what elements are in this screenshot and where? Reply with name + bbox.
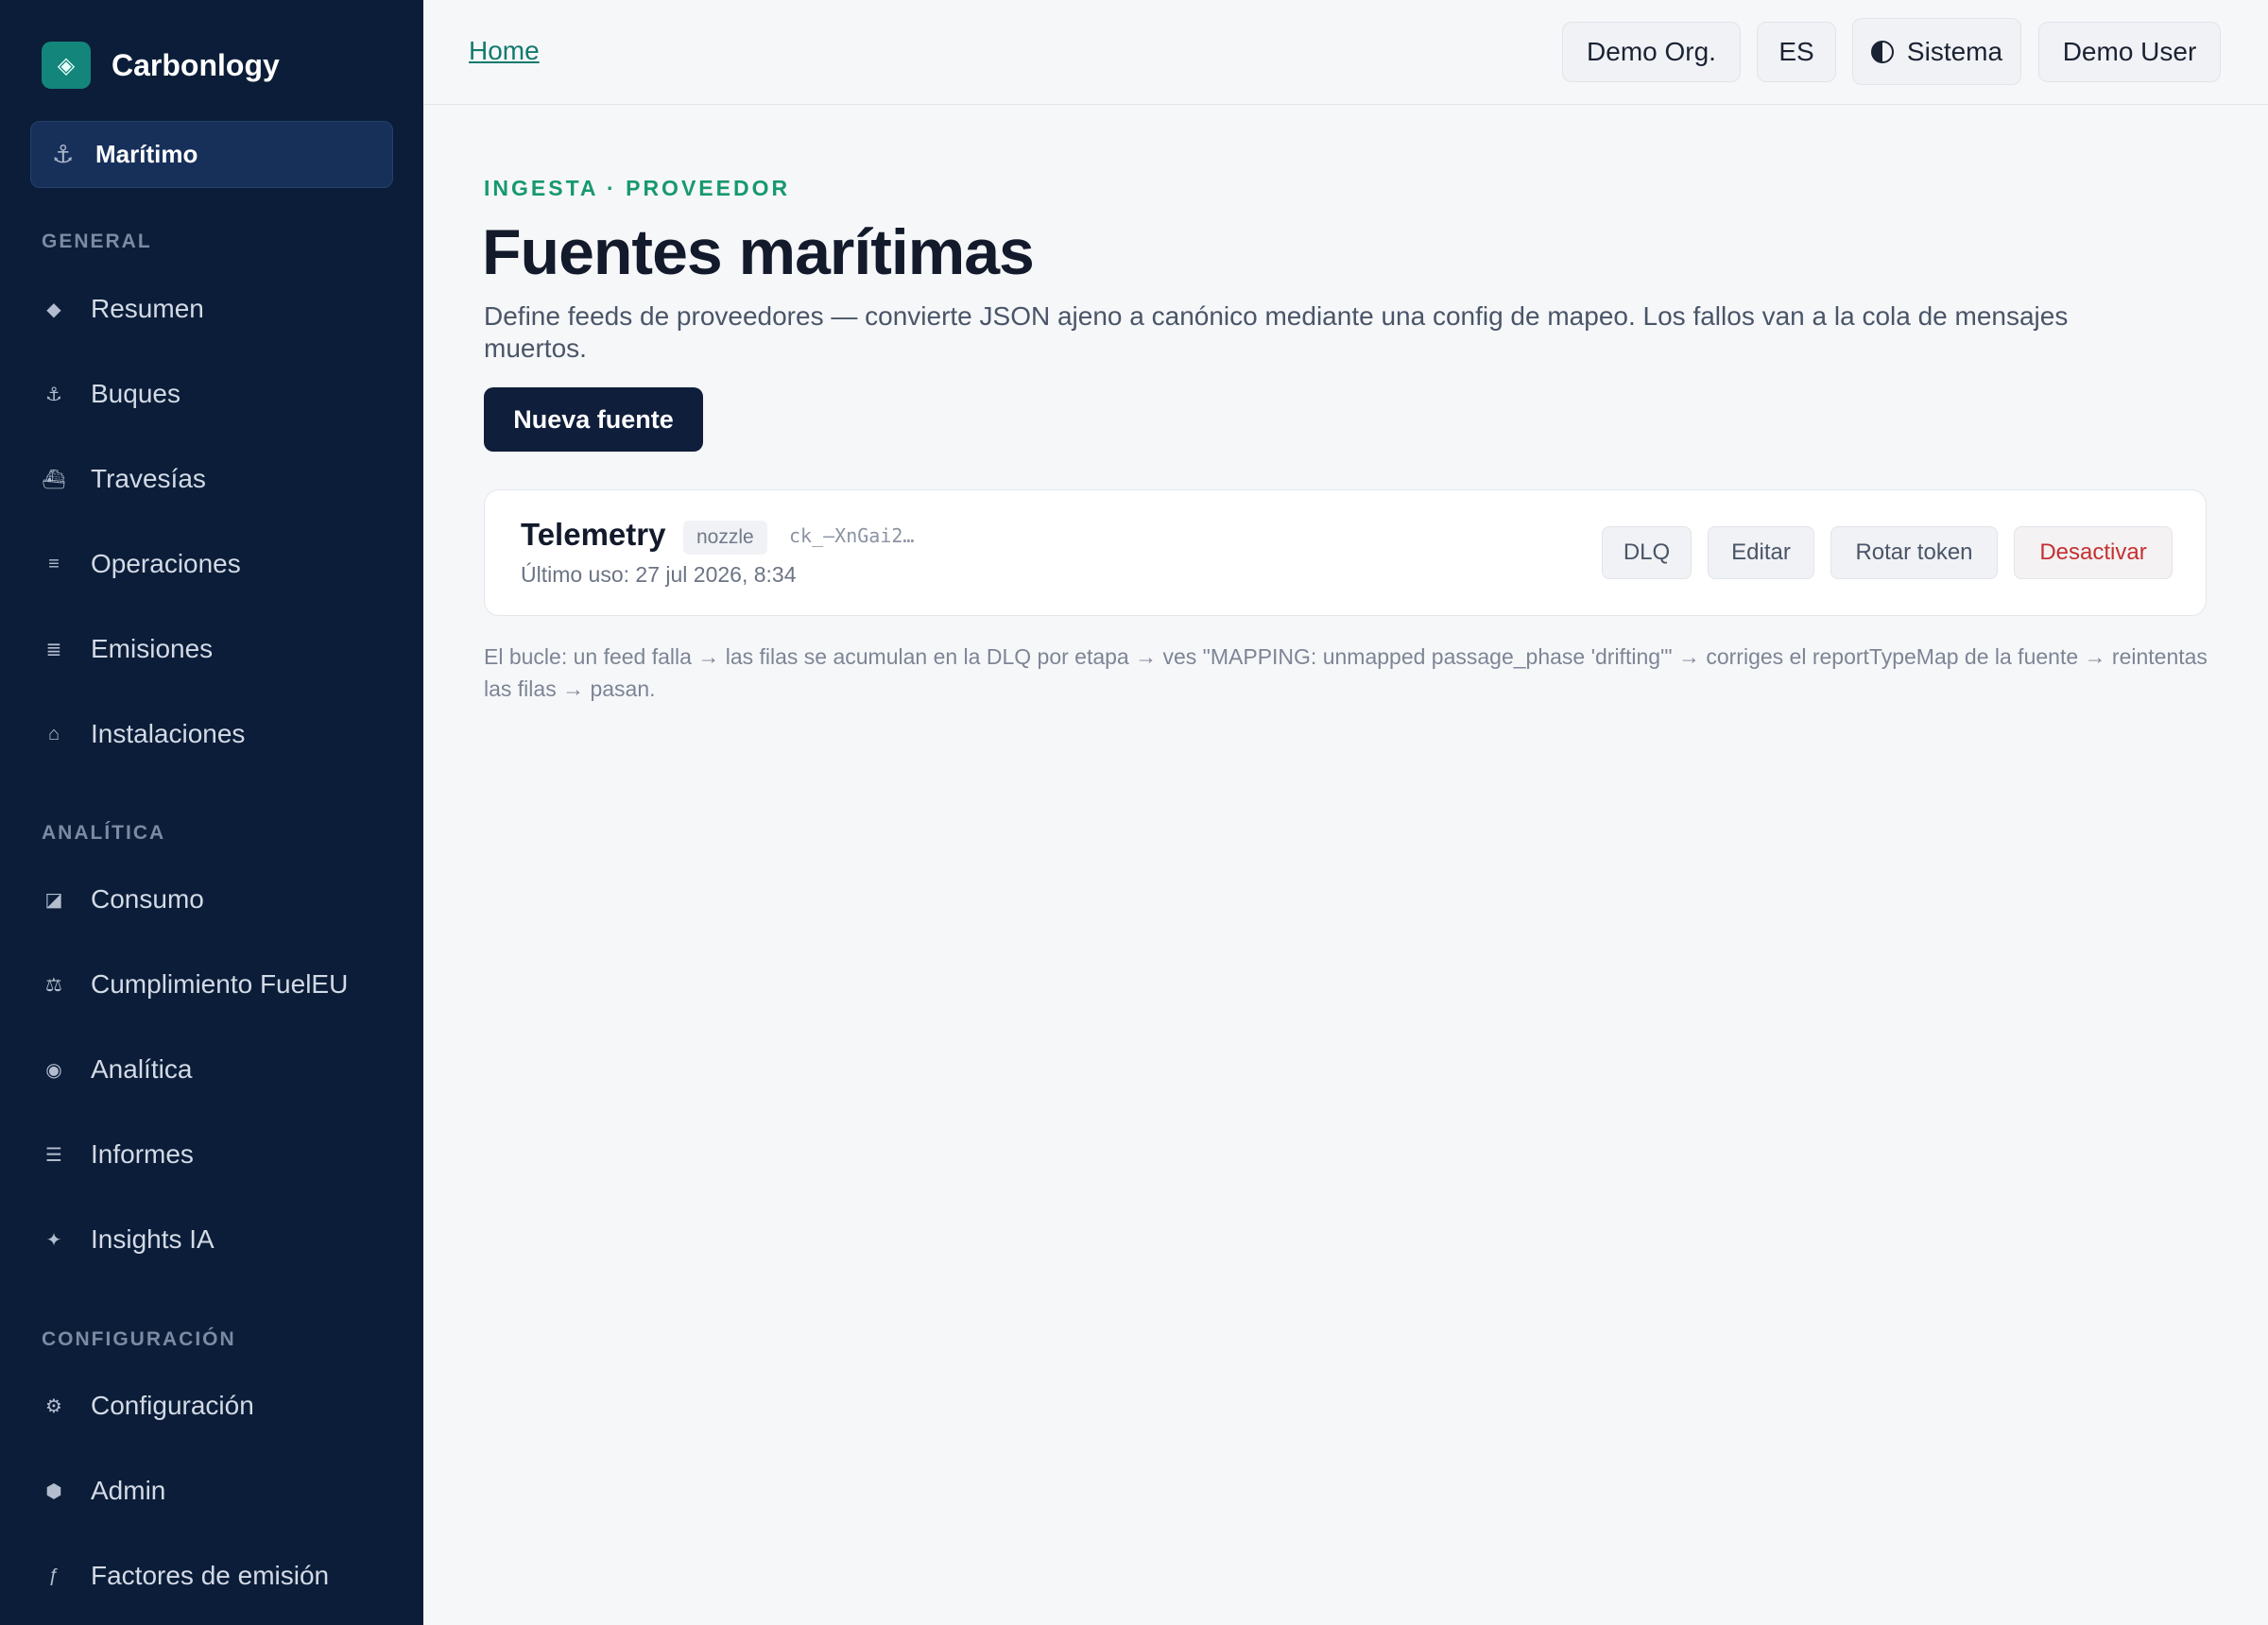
breadcrumb-home[interactable]: Home — [469, 36, 540, 66]
language-button[interactable]: ES — [1757, 22, 1836, 82]
org-switcher-button[interactable]: Demo Org. — [1562, 22, 1741, 82]
gear-icon: ⚙ — [45, 1395, 62, 1417]
sidebar-item-label: Emisiones — [91, 634, 214, 663]
sidebar-item-label: Admin — [91, 1476, 166, 1505]
sidebar-item-label: Cumplimiento FuelEU — [91, 969, 349, 999]
list-icon: ≡ — [48, 553, 60, 574]
user-menu-button[interactable]: Demo User — [2038, 22, 2221, 82]
ship-icon: ⛴ — [42, 469, 66, 490]
footnote: El bucle: un feed falla → las filas se a… — [484, 644, 2208, 701]
target-icon: ◉ — [45, 1059, 62, 1081]
logo-icon: ◈ — [42, 42, 91, 89]
sidebar-item-label: Travesías — [91, 464, 206, 493]
page-description: Define feeds de proveedores — convierte … — [484, 301, 2069, 363]
anchor-icon: ⚓ — [45, 384, 62, 405]
sidebar-item-admin[interactable]: ⬢ Admin — [42, 1462, 401, 1519]
theme-button[interactable]: Sistema — [1852, 18, 2021, 85]
sidebar-item-label: Buques — [91, 379, 180, 408]
section-title-general: GENERAL — [42, 231, 152, 252]
sparkle-icon: ✦ — [45, 1229, 62, 1251]
page-kicker: INGESTA · PROVEEDOR — [484, 176, 791, 200]
sidebar-item-instalaciones[interactable]: ⌂ Instalaciones — [42, 706, 401, 762]
theme-label: Sistema — [1906, 36, 2003, 66]
module-selector[interactable]: ⚓ Marítimo — [30, 121, 393, 188]
page-title: Fuentes marítimas — [482, 216, 1035, 288]
sidebar-item-insights[interactable]: ✦ Insights IA — [42, 1211, 401, 1268]
brand[interactable]: ◈ Carbonlogy — [42, 42, 280, 89]
module-label: Marítimo — [95, 140, 198, 168]
source-last-used: Último uso: 27 jul 2026, 8:34 — [521, 562, 797, 587]
sidebar-item-label: Instalaciones — [91, 719, 246, 748]
function-icon: ƒ — [48, 1565, 60, 1586]
hexagon-icon: ⬢ — [45, 1480, 62, 1502]
sidebar-item-emisiones[interactable]: ≣ Emisiones — [42, 621, 401, 677]
diamond-icon: ◆ — [46, 299, 61, 320]
gauge-icon: ◪ — [44, 889, 63, 911]
sidebar-item-label: Operaciones — [91, 549, 241, 578]
sidebar-item-configuracion[interactable]: ⚙ Configuración — [42, 1377, 401, 1434]
anchor-icon: ⚓ — [52, 140, 75, 168]
sidebar-item-analitica[interactable]: ◉ Analítica — [42, 1041, 401, 1098]
dlq-button[interactable]: DLQ — [1602, 526, 1692, 579]
home-icon: ⌂ — [47, 723, 60, 744]
sidebar-item-travesias[interactable]: ⛴ Travesías — [42, 451, 401, 507]
bars-icon: ≣ — [45, 639, 62, 660]
new-source-button[interactable]: Nueva fuente — [484, 387, 703, 452]
sidebar-item-operaciones[interactable]: ≡ Operaciones — [42, 536, 401, 592]
sidebar-item-label: Analítica — [91, 1054, 193, 1084]
sidebar-item-label: Consumo — [91, 884, 204, 914]
sidebar: ◈ Carbonlogy ⚓ Marítimo GENERAL ◆ Resume… — [0, 0, 423, 1625]
report-icon: ☰ — [45, 1144, 62, 1166]
topbar: Home Demo Org. ES Sistema Demo User — [423, 0, 2268, 105]
sidebar-item-consumo[interactable]: ◪ Consumo — [42, 871, 401, 928]
source-name: Telemetry — [521, 517, 666, 552]
source-type-badge: nozzle — [683, 521, 767, 555]
contrast-icon — [1870, 40, 1894, 63]
section-title-analitica: ANALÍTICA — [42, 822, 166, 844]
source-card: Telemetry nozzle ck_–XnGai2… Último uso:… — [484, 489, 2207, 616]
sidebar-item-factores[interactable]: ƒ Factores de emisión — [42, 1548, 401, 1604]
sidebar-item-label: Configuración — [91, 1391, 254, 1420]
source-token: ck_–XnGai2… — [789, 524, 915, 547]
sidebar-item-informes[interactable]: ☰ Informes — [42, 1126, 401, 1183]
app-name: Carbonlogy — [112, 47, 280, 82]
scale-icon: ⚖ — [45, 974, 62, 996]
sidebar-item-label: Resumen — [91, 294, 204, 323]
sidebar-item-label: Insights IA — [91, 1224, 215, 1254]
rotate-token-button[interactable]: Rotar token — [1830, 526, 1998, 579]
sidebar-item-label: Informes — [91, 1139, 194, 1169]
sidebar-item-label: Factores de emisión — [91, 1561, 330, 1590]
deactivate-button[interactable]: Desactivar — [2014, 526, 2173, 579]
sidebar-item-buques[interactable]: ⚓ Buques — [42, 366, 401, 422]
sidebar-item-resumen[interactable]: ◆ Resumen — [42, 281, 401, 337]
edit-button[interactable]: Editar — [1708, 526, 1814, 579]
sidebar-item-fueleu[interactable]: ⚖ Cumplimiento FuelEU — [42, 956, 401, 1013]
section-title-configuracion: CONFIGURACIÓN — [42, 1328, 236, 1350]
